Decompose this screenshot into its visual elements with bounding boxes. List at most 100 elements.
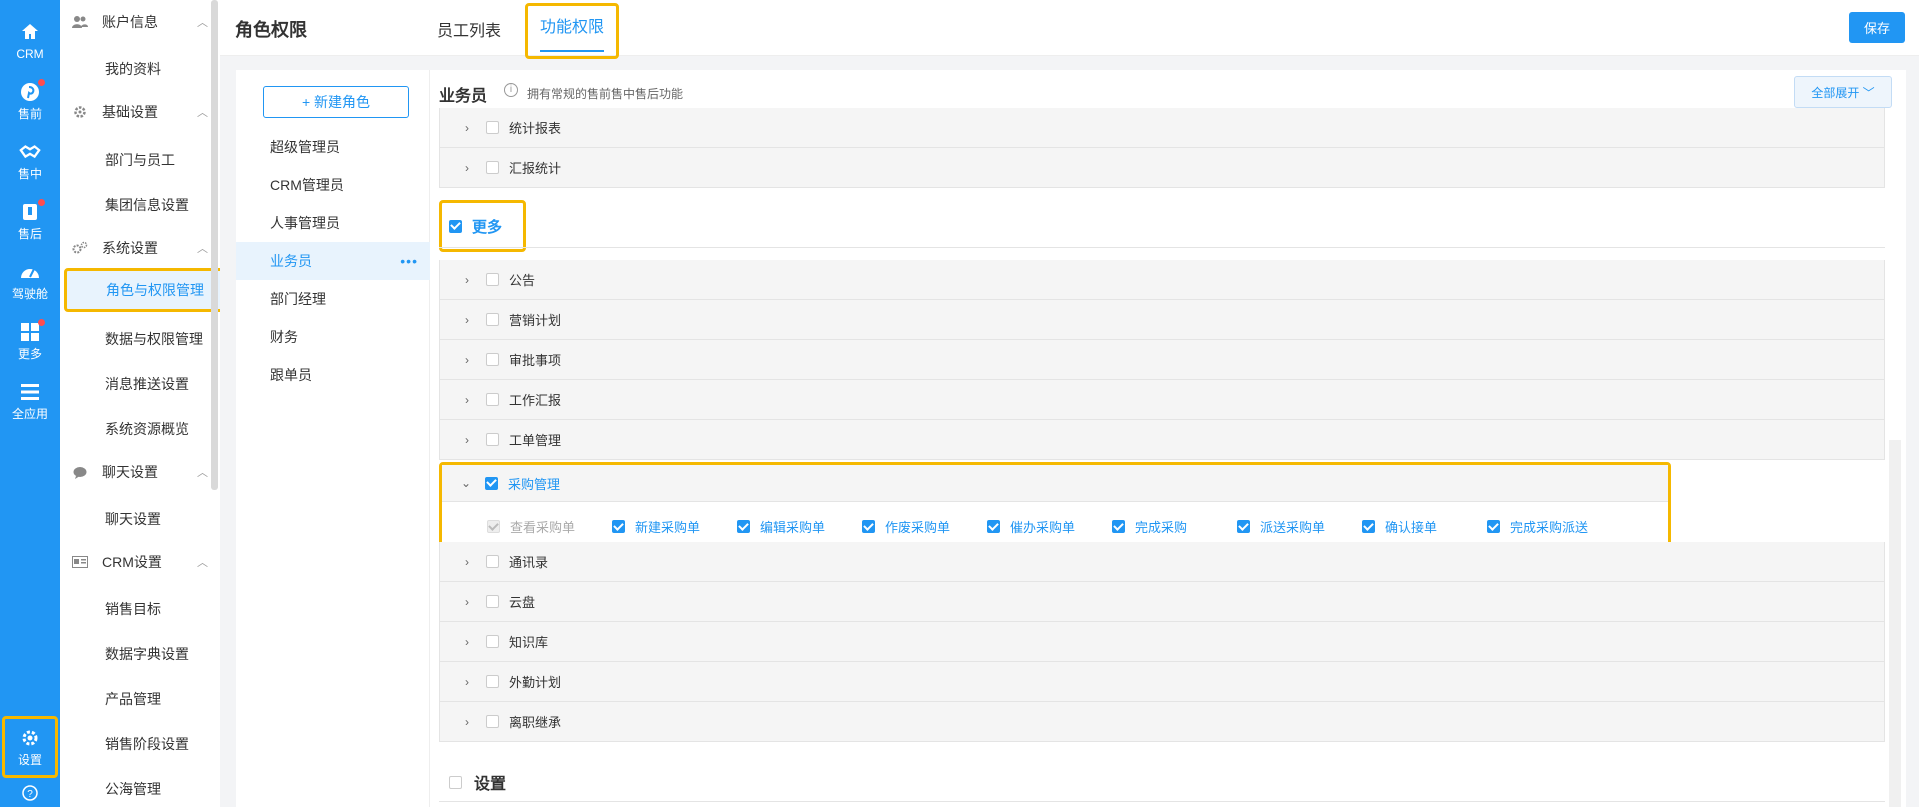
checkbox[interactable] [486,715,499,728]
sub-permission[interactable]: 完成采购 [1112,517,1187,536]
checkbox-checked[interactable] [862,520,875,533]
chevron-right-icon[interactable]: › [460,161,474,175]
nav-item-dept-staff[interactable]: 部门与员工 [105,146,220,174]
chevron-right-icon[interactable]: › [460,121,474,135]
permission-row[interactable]: › 云盘 [439,582,1885,622]
chevron-down-icon[interactable]: ⌄ [459,476,473,490]
nav-item-my-profile[interactable]: 我的资料 [105,55,220,83]
checkbox[interactable] [486,393,499,406]
section-settings[interactable]: 设置 [449,770,506,794]
permission-row[interactable]: › 工作汇报 [439,380,1885,420]
permission-row-expanded[interactable]: ⌄ 采购管理 [442,465,1668,502]
sub-permission[interactable]: 确认接单 [1362,517,1437,536]
rail-item-presale[interactable]: 售前 [0,72,60,130]
role-item[interactable]: 部门经理 [236,280,430,318]
sub-permission[interactable]: 派送采购单 [1237,517,1325,536]
permission-row[interactable]: › 统计报表 [439,108,1885,148]
chevron-right-icon[interactable]: › [460,313,474,327]
sub-permission[interactable]: 查看采购单 [487,517,575,536]
content-scrollbar[interactable] [1889,440,1901,807]
role-item[interactable]: 财务 [236,318,430,356]
nav-item-data-dictionary[interactable]: 数据字典设置 [105,640,220,668]
checkbox-checked[interactable] [1112,520,1125,533]
permission-row[interactable]: › 知识库 [439,622,1885,662]
nav-item-role-permission[interactable]: 角色与权限管理 [64,268,220,312]
permission-row[interactable]: › 离职继承 [439,702,1885,742]
sub-permission[interactable]: 作废采购单 [862,517,950,536]
checkbox-checked[interactable] [737,520,750,533]
chevron-right-icon[interactable]: › [460,635,474,649]
sub-permission[interactable]: 完成采购派送 [1487,517,1588,536]
checkbox[interactable] [486,353,499,366]
chevron-right-icon[interactable]: › [460,675,474,689]
rail-item-help[interactable]: ? [0,778,60,807]
nav-scrollbar[interactable] [211,0,218,490]
nav-item-message-push[interactable]: 消息推送设置 [105,370,220,398]
checkbox[interactable] [486,555,499,568]
tab-staff-list[interactable]: 员工列表 [437,17,501,41]
nav-group-crm[interactable]: CRM设置 ︿ [72,548,208,576]
permission-row[interactable]: › 外勤计划 [439,662,1885,702]
rail-item-settings[interactable]: 设置 [2,716,58,778]
permission-row[interactable]: › 工单管理 [439,420,1885,460]
sub-permission[interactable]: 编辑采购单 [737,517,825,536]
chevron-right-icon[interactable]: › [460,555,474,569]
nav-item-group-info[interactable]: 集团信息设置 [105,191,220,219]
checkbox[interactable] [486,121,499,134]
checkbox[interactable] [486,635,499,648]
checkbox-checked[interactable] [1237,520,1250,533]
checkbox[interactable] [486,433,499,446]
sub-permission[interactable]: 新建采购单 [612,517,700,536]
section-more[interactable]: 更多 [439,200,526,252]
permission-row[interactable]: › 汇报统计 [439,148,1885,188]
tab-function-permission[interactable]: 功能权限 [525,3,620,59]
role-item[interactable]: CRM管理员 [236,166,430,204]
checkbox[interactable] [486,313,499,326]
checkbox[interactable] [486,675,499,688]
role-item[interactable]: 跟单员 [236,356,430,394]
sub-permission[interactable]: 催办采购单 [987,517,1075,536]
rail-item-crm[interactable]: CRM [0,12,60,70]
role-item[interactable]: 超级管理员 [236,128,430,166]
checkbox[interactable] [486,161,499,174]
checkbox[interactable] [449,775,462,789]
nav-item-resource-overview[interactable]: 系统资源概览 [105,415,220,443]
permission-row[interactable]: › 公告 [439,260,1885,300]
nav-item-public-sea[interactable]: 公海管理 [105,775,220,803]
chevron-right-icon[interactable]: › [460,595,474,609]
new-role-button[interactable]: + 新建角色 [263,86,409,118]
nav-group-system[interactable]: 系统设置 ︿ [72,234,208,262]
role-item-selected[interactable]: 业务员 ••• [236,242,430,280]
chevron-right-icon[interactable]: › [460,433,474,447]
permission-row[interactable]: › 审批事项 [439,340,1885,380]
save-button[interactable]: 保存 [1849,12,1905,43]
rail-item-more[interactable]: 更多 [0,312,60,370]
chevron-right-icon[interactable]: › [460,715,474,729]
nav-item-data-permission[interactable]: 数据与权限管理 [105,325,220,353]
checkbox-checked[interactable] [1362,520,1375,533]
checkbox-checked[interactable] [449,219,462,233]
permission-row[interactable]: › 营销计划 [439,300,1885,340]
chevron-right-icon[interactable]: › [460,353,474,367]
rail-item-aftersale[interactable]: 售后 [0,192,60,250]
checkbox-checked[interactable] [987,520,1000,533]
nav-group-basic[interactable]: 基础设置 ︿ [72,98,208,126]
checkbox-checked[interactable] [612,520,625,533]
nav-item-sales-target[interactable]: 销售目标 [105,595,220,623]
nav-item-product-management[interactable]: 产品管理 [105,685,220,713]
nav-item-sales-stage[interactable]: 销售阶段设置 [105,730,220,758]
more-icon[interactable]: ••• [400,253,418,269]
role-item[interactable]: 人事管理员 [236,204,430,242]
checkbox[interactable] [486,273,499,286]
rail-item-cockpit[interactable]: 驾驶舱 [0,252,60,310]
checkbox[interactable] [486,595,499,608]
rail-item-all-apps[interactable]: 全应用 [0,372,60,430]
checkbox-checked[interactable] [1487,520,1500,533]
nav-group-account[interactable]: 账户信息 ︿ [72,8,208,36]
nav-item-chat-settings[interactable]: 聊天设置 [105,505,220,533]
permission-row[interactable]: › 通讯录 [439,542,1885,582]
expand-all-button[interactable]: 全部展开 ﹀ [1794,76,1892,108]
chevron-right-icon[interactable]: › [460,273,474,287]
checkbox-checked[interactable] [485,476,498,490]
nav-group-chat[interactable]: 聊天设置 ︿ [72,458,208,486]
